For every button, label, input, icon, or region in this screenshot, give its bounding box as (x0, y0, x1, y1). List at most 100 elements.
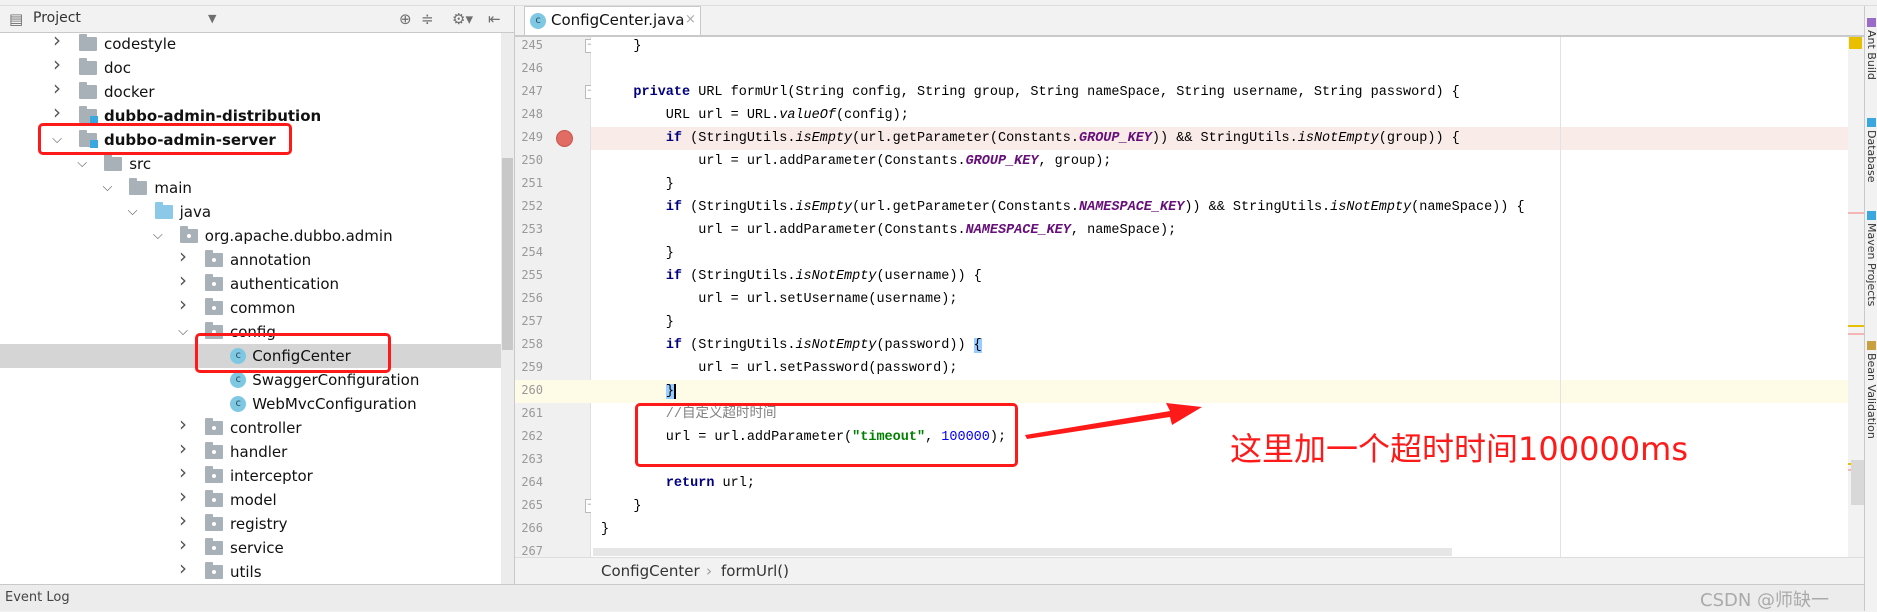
tree-item-main[interactable]: ⌵ main (0, 176, 501, 200)
chevron-down-icon[interactable]: ⌵ (75, 155, 89, 173)
editor-gutter[interactable]: 245− 246 247− 248 249 250 251 252 253 254 255 256 25… (515, 35, 596, 558)
gutter-line[interactable]: 263 (515, 449, 591, 472)
chevron-right-icon[interactable]: › (176, 414, 190, 434)
gutter-line[interactable]: 261 (515, 403, 591, 426)
chevron-down-icon[interactable]: ⌵ (151, 227, 165, 245)
tree-scrollbar-thumb[interactable] (502, 158, 513, 350)
tree-item-model[interactable]: › model (0, 486, 501, 512)
breadcrumb-class[interactable]: ConfigCenter (601, 562, 700, 580)
code-editor[interactable]: } private URL formUrl(String config, Str… (591, 37, 1848, 557)
inspection-status-icon[interactable] (1849, 37, 1862, 49)
chevron-right-icon[interactable]: › (176, 246, 190, 266)
gutter-line[interactable]: 247− (515, 81, 596, 104)
code-line[interactable]: URL url = URL.valueOf(config); (591, 104, 1848, 127)
gutter-line[interactable]: 265− (515, 495, 596, 518)
code-line[interactable]: url = url.addParameter(Constants.NAMESPA… (591, 219, 1848, 242)
gutter-line[interactable]: 254 (515, 242, 591, 265)
gutter-line[interactable]: 252 (515, 196, 591, 219)
chevron-right-icon[interactable]: › (50, 54, 64, 74)
error-stripe-mark[interactable] (1848, 333, 1864, 335)
hide-panel-icon[interactable]: ⇤ (488, 10, 501, 28)
collapse-all-icon[interactable]: ≑ (421, 10, 434, 28)
chevron-right-icon[interactable]: › (176, 510, 190, 530)
editor-scrollbar-thumb[interactable] (1851, 460, 1864, 505)
tree-item-docker[interactable]: › docker (0, 78, 501, 104)
tree-item-java[interactable]: ⌵ java (0, 200, 501, 224)
tool-window-database[interactable]: Database (1865, 118, 1877, 183)
code-line[interactable]: } (591, 495, 1848, 518)
close-tab-icon[interactable]: × (685, 12, 696, 27)
tree-item-common[interactable]: › common (0, 294, 501, 320)
tool-window-ant-build[interactable]: Ant Build (1865, 18, 1877, 80)
tree-item-org-apache-dubbo-admin[interactable]: ⌵ org.apache.dubbo.admin (0, 224, 501, 248)
tree-item-src[interactable]: ⌵ src (0, 152, 501, 176)
gutter-line[interactable]: 257 (515, 311, 591, 334)
code-line[interactable]: if (StringUtils.isEmpty(url.getParameter… (591, 127, 1848, 150)
chevron-right-icon[interactable]: › (176, 558, 190, 578)
tree-item-registry[interactable]: › registry (0, 510, 501, 536)
gutter-line[interactable]: 259 (515, 357, 591, 380)
code-line[interactable]: if (StringUtils.isNotEmpty(password)) { (591, 334, 1848, 357)
chevron-right-icon[interactable]: › (50, 102, 64, 122)
gutter-line[interactable]: 260 (515, 380, 591, 403)
tree-item-doc[interactable]: › doc (0, 54, 501, 80)
chevron-right-icon[interactable]: › (50, 33, 64, 50)
tree-item-service[interactable]: › service (0, 534, 501, 560)
gutter-line[interactable]: 245− (515, 35, 596, 58)
tool-window-maven-projects[interactable]: Maven Projects (1865, 211, 1877, 306)
code-line[interactable]: if (StringUtils.isEmpty(url.getParameter… (591, 196, 1848, 219)
gutter-line[interactable]: 262 (515, 426, 591, 449)
breakpoint-icon[interactable] (556, 130, 573, 147)
code-line[interactable]: } (591, 380, 1848, 403)
gutter-line[interactable]: 250 (515, 150, 591, 173)
code-line[interactable]: } (591, 242, 1848, 265)
gutter-line[interactable]: 251 (515, 173, 591, 196)
gutter-line[interactable]: 256 (515, 288, 591, 311)
tree-item-webmvcconfiguration[interactable]: c WebMvcConfiguration (0, 392, 501, 416)
chevron-right-icon[interactable]: › (176, 534, 190, 554)
code-line[interactable]: return url; (591, 472, 1848, 495)
error-stripe-mark[interactable] (1848, 212, 1864, 214)
tree-item-utils[interactable]: › utils (0, 558, 501, 584)
tree-item-handler[interactable]: › handler (0, 438, 501, 464)
gutter-line[interactable]: 255 (515, 265, 591, 288)
code-line[interactable] (591, 58, 1848, 81)
chevron-down-icon[interactable]: ⌵ (176, 323, 190, 341)
chevron-down-icon[interactable]: ⌵ (100, 179, 114, 197)
chevron-right-icon[interactable]: › (50, 78, 64, 98)
tool-window-bean-validation[interactable]: Bean Validation (1865, 341, 1877, 439)
code-line[interactable]: url = url.setUsername(username); (591, 288, 1848, 311)
code-line[interactable]: url = url.addParameter(Constants.GROUP_K… (591, 150, 1848, 173)
code-line[interactable]: } (591, 518, 1848, 541)
gutter-line[interactable]: 249 (515, 127, 591, 150)
gutter-line[interactable]: 258 (515, 334, 591, 357)
gutter-line[interactable]: 264 (515, 472, 591, 495)
tree-item-controller[interactable]: › controller (0, 414, 501, 440)
code-line[interactable]: if (StringUtils.isNotEmpty(username)) { (591, 265, 1848, 288)
code-line[interactable]: } (591, 173, 1848, 196)
event-log-button[interactable]: Event Log (5, 590, 70, 605)
code-line[interactable]: private URL formUrl(String config, Strin… (591, 81, 1848, 104)
code-line[interactable]: } (591, 311, 1848, 334)
tree-item-annotation[interactable]: › annotation (0, 246, 501, 272)
project-view-selector[interactable]: Project (33, 10, 81, 26)
gutter-line[interactable]: 246 (515, 58, 591, 81)
breadcrumb-method[interactable]: formUrl() (721, 562, 789, 580)
tree-item-interceptor[interactable]: › interceptor (0, 462, 501, 488)
chevron-down-icon[interactable]: ⌵ (126, 203, 140, 221)
tab-configcenter-java[interactable]: c ConfigCenter.java × (524, 6, 701, 35)
gutter-line[interactable]: 253 (515, 219, 591, 242)
dropdown-arrow-icon[interactable]: ▼ (208, 10, 216, 28)
chevron-right-icon[interactable]: › (176, 486, 190, 506)
locate-icon[interactable]: ⊕ (399, 10, 412, 28)
gear-icon[interactable]: ⚙▾ (452, 10, 473, 28)
chevron-right-icon[interactable]: › (176, 438, 190, 458)
gutter-line[interactable]: 266 (515, 518, 591, 541)
chevron-right-icon[interactable]: › (176, 462, 190, 482)
warning-stripe-mark[interactable] (1848, 325, 1864, 327)
code-line[interactable]: url = url.setPassword(password); (591, 357, 1848, 380)
horizontal-scrollbar[interactable] (593, 548, 1452, 556)
chevron-right-icon[interactable]: › (176, 270, 190, 290)
chevron-right-icon[interactable]: › (176, 294, 190, 314)
code-line[interactable]: } (591, 37, 1848, 58)
